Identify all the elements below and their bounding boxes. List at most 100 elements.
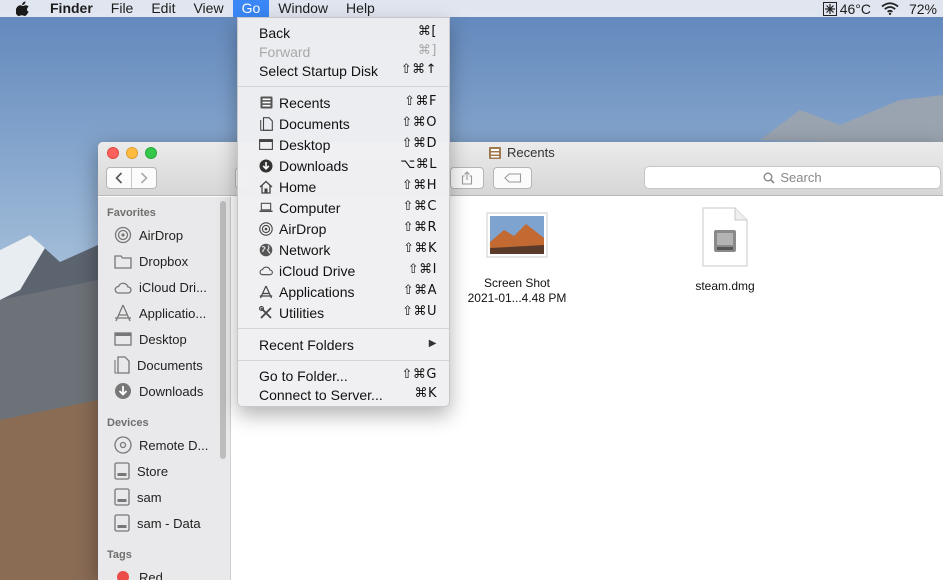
sidebar-item-sam[interactable]: sam <box>114 486 226 508</box>
sidebar-item-icloud-drive[interactable]: iCloud Dri... <box>114 276 226 298</box>
menu-item-label: Back <box>259 24 291 41</box>
sidebar-item-sam-data[interactable]: sam - Data <box>114 512 226 534</box>
menu-item-label: Computer <box>279 199 341 216</box>
menu-item-go-to-folder[interactable]: Go to Folder... ⇧⌘G <box>238 365 449 386</box>
menu-window[interactable]: Window <box>269 0 337 17</box>
sidebar-item-label: Remote D... <box>139 437 209 453</box>
tag-button[interactable] <box>493 167 532 189</box>
close-button[interactable] <box>107 147 119 159</box>
sidebar-scrollbar[interactable] <box>220 201 226 459</box>
menu-item-label: Desktop <box>279 136 331 153</box>
menu-item-computer[interactable]: Computer ⇧⌘C <box>238 197 449 218</box>
maximize-button[interactable] <box>145 147 157 159</box>
sidebar-item-downloads[interactable]: Downloads <box>114 380 226 402</box>
menu-item-recent-folders[interactable]: Recent Folders ▶ <box>238 334 449 355</box>
menu-item-connect-to-server[interactable]: Connect to Server... ⌘K <box>238 384 449 405</box>
menu-item-label: Home <box>279 178 317 195</box>
menu-item-shortcut: ⇧⌘O <box>401 115 437 130</box>
menu-file[interactable]: File <box>102 0 143 17</box>
folder-icon <box>114 254 132 269</box>
menu-item-shortcut: ⇧⌘U <box>402 304 437 319</box>
apple-menu[interactable] <box>0 1 46 16</box>
menu-item-recents[interactable]: Recents ⇧⌘F <box>238 92 449 113</box>
sidebar-header-tags: Tags <box>107 549 132 561</box>
back-button[interactable] <box>107 168 131 188</box>
menu-item-airdrop[interactable]: AirDrop ⇧⌘R <box>238 218 449 239</box>
menu-item-forward[interactable]: Forward ⌘] <box>238 41 449 62</box>
menu-help[interactable]: Help <box>337 0 384 17</box>
sidebar: Favorites AirDrop Dropbox iCloud Dri... … <box>98 197 231 580</box>
search-icon <box>763 172 775 184</box>
sidebar-item-dropbox[interactable]: Dropbox <box>114 250 226 272</box>
toolbar: Recents Search <box>98 142 943 196</box>
menu-separator <box>238 86 449 87</box>
menu-item-documents[interactable]: Documents ⇧⌘O <box>238 113 449 134</box>
menu-item-shortcut: ⌘] <box>417 43 437 58</box>
menu-item-downloads[interactable]: Downloads ⌥⌘L <box>238 155 449 176</box>
red-tag-dot-icon <box>117 571 129 580</box>
sidebar-item-documents[interactable]: Documents <box>114 354 226 376</box>
sidebar-item-store[interactable]: Store <box>114 460 226 482</box>
minimize-button[interactable] <box>126 147 138 159</box>
menu-item-label: Applications <box>279 283 355 300</box>
menu-item-label: Network <box>279 241 331 258</box>
menu-item-utilities[interactable]: Utilities ⇧⌘U <box>238 302 449 323</box>
menu-item-label: Recents <box>279 94 331 111</box>
menu-item-desktop[interactable]: Desktop ⇧⌘D <box>238 134 449 155</box>
tag-icon <box>503 173 521 183</box>
menu-item-icloud-drive[interactable]: iCloud Drive ⇧⌘I <box>238 260 449 281</box>
desktop-icon <box>114 332 132 346</box>
utilities-tools-icon <box>259 305 273 320</box>
sidebar-item-remote-disc[interactable]: Remote D... <box>114 434 226 456</box>
search-field[interactable]: Search <box>644 166 941 189</box>
menu-view[interactable]: View <box>184 0 232 17</box>
battery-text[interactable]: 72% <box>909 1 937 17</box>
drive-icon <box>114 488 130 506</box>
drive-icon <box>114 462 130 480</box>
menu-item-label: Documents <box>279 115 350 132</box>
downloads-icon <box>115 383 131 399</box>
temperature-text: 46°C <box>839 0 871 17</box>
sidebar-item-desktop[interactable]: Desktop <box>114 328 226 350</box>
sidebar-item-applications[interactable]: Applicatio... <box>114 302 226 324</box>
forward-button[interactable] <box>131 168 156 188</box>
sidebar-item-airdrop[interactable]: AirDrop <box>114 224 226 246</box>
sidebar-item-label: Applicatio... <box>139 305 207 321</box>
file-name-line1: steam.dmg <box>695 279 755 293</box>
documents-icon <box>114 356 130 374</box>
drive-icon <box>114 514 130 532</box>
menu-item-label: Downloads <box>279 157 349 174</box>
cloud-icon <box>114 282 132 294</box>
status-area: 46°C 72% <box>822 0 943 17</box>
menu-edit[interactable]: Edit <box>142 0 184 17</box>
menu-item-shortcut: ⌘K <box>414 386 437 401</box>
menu-item-select-startup-disk[interactable]: Select Startup Disk ⇧⌘↑ <box>238 60 449 81</box>
menu-item-applications[interactable]: Applications ⇧⌘A <box>238 281 449 302</box>
fan-icon <box>822 1 837 16</box>
menu-item-shortcut: ⇧⌘G <box>401 367 437 382</box>
sidebar-item-tag-red[interactable]: Red <box>114 566 226 580</box>
wifi-icon[interactable] <box>881 2 899 15</box>
file-item-screenshot[interactable]: Screen Shot 2021-01...4.48 PM <box>452 212 582 306</box>
menu-item-shortcut: ⇧⌘R <box>402 220 437 235</box>
recents-icon <box>489 146 501 159</box>
cloud-icon <box>259 264 273 278</box>
menu-finder[interactable]: Finder <box>46 0 102 17</box>
menu-item-shortcut: ⇧⌘F <box>404 94 437 109</box>
window-title: Recents <box>488 145 555 160</box>
sidebar-item-label: iCloud Dri... <box>139 279 207 295</box>
disc-icon <box>114 436 132 454</box>
submenu-arrow-icon: ▶ <box>428 338 437 349</box>
file-item-steam-dmg[interactable]: steam.dmg <box>692 207 758 294</box>
menu-item-shortcut: ⌘[ <box>417 24 437 39</box>
menu-item-home[interactable]: Home ⇧⌘H <box>238 176 449 197</box>
nav-buttons <box>106 167 157 189</box>
airdrop-icon <box>114 226 132 244</box>
menu-item-label: iCloud Drive <box>279 262 356 279</box>
share-button[interactable] <box>450 167 484 189</box>
laptop-icon <box>259 201 273 215</box>
temperature-status[interactable]: 46°C <box>822 0 871 17</box>
menu-item-back[interactable]: Back ⌘[ <box>238 22 449 43</box>
menu-go[interactable]: Go <box>232 0 270 17</box>
menu-item-network[interactable]: Network ⇧⌘K <box>238 239 449 260</box>
